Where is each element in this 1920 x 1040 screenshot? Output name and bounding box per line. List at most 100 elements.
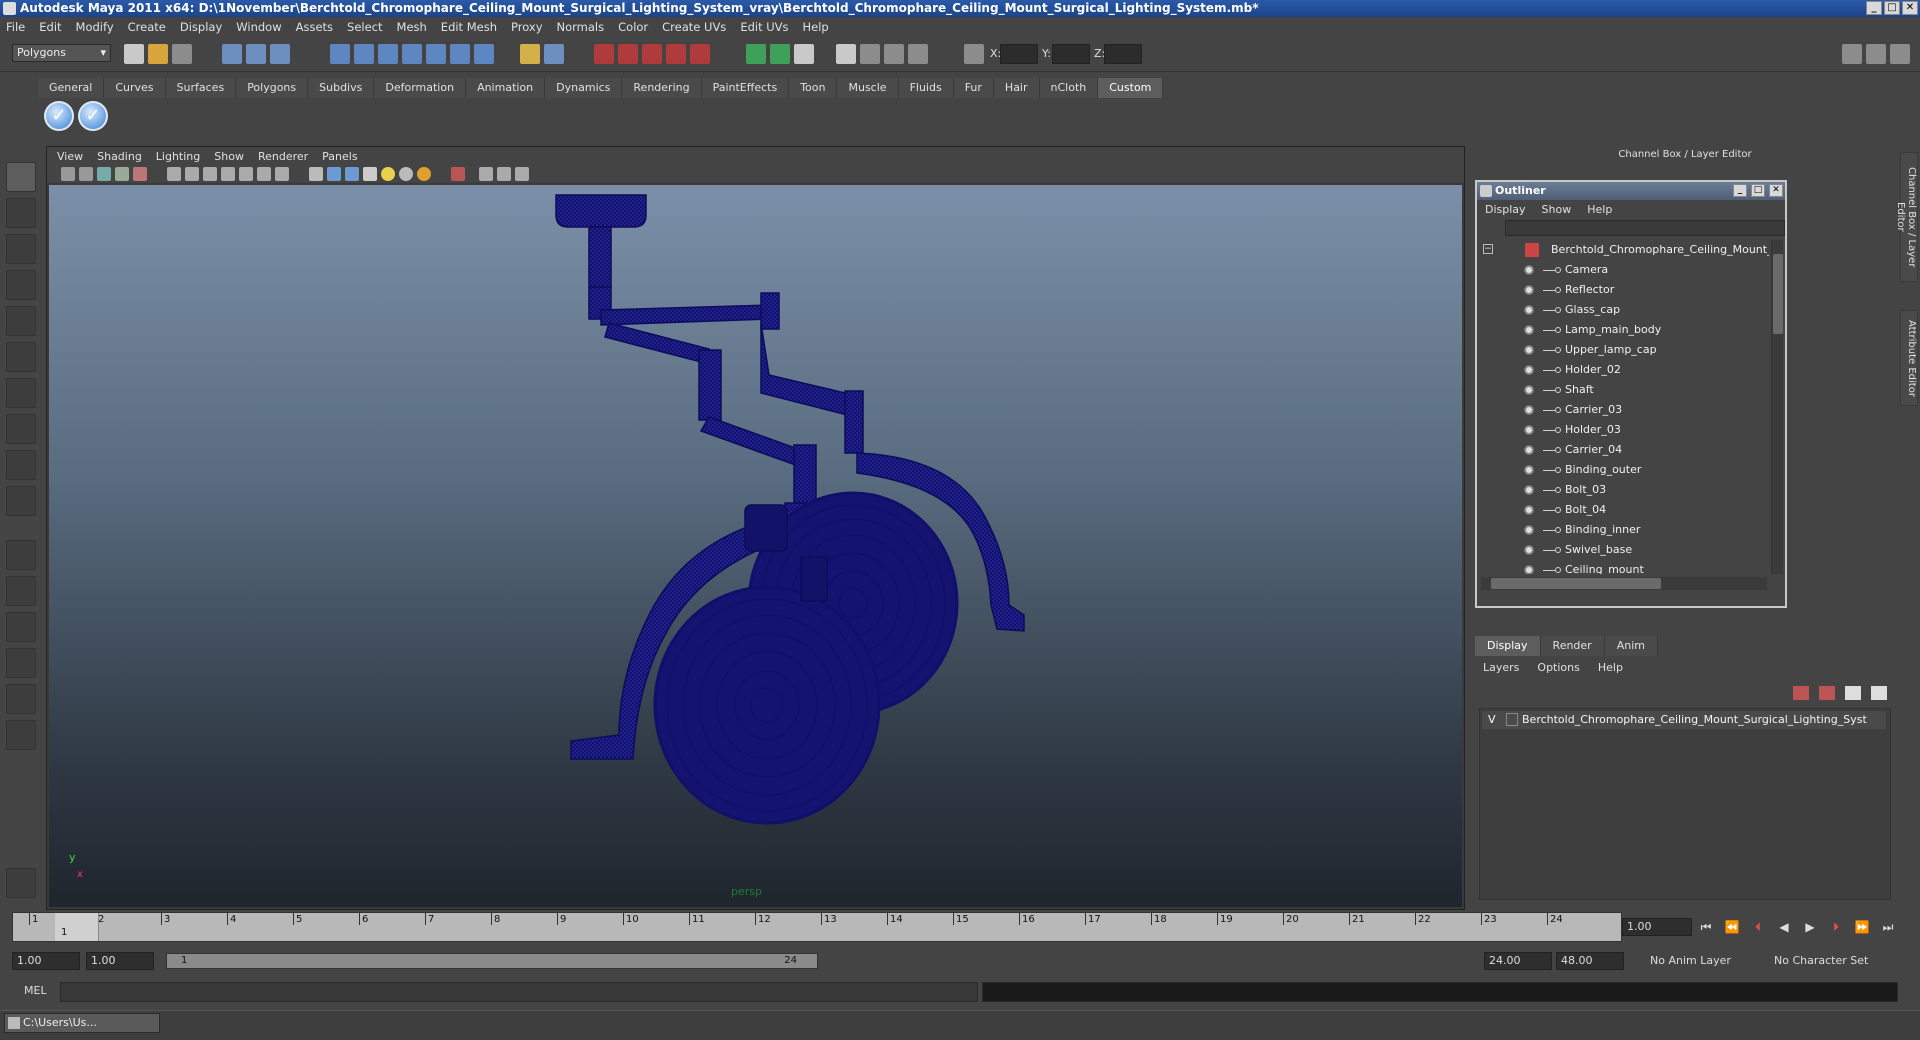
relative-transform-icon[interactable] — [770, 44, 790, 64]
tab-general[interactable]: General — [38, 78, 105, 98]
menu-help[interactable]: Help — [803, 20, 829, 34]
tab-ncloth[interactable]: nCloth — [1039, 78, 1099, 98]
viewport-menu-renderer[interactable]: Renderer — [258, 150, 308, 163]
hypershade-icon[interactable] — [666, 44, 686, 64]
list-item[interactable]: Swivel_base — [1477, 540, 1769, 560]
image-plane-icon[interactable] — [115, 167, 129, 181]
list-item[interactable]: Glass_cap — [1477, 300, 1769, 320]
menu-modify[interactable]: Modify — [76, 20, 114, 34]
time-ruler[interactable]: 1 2 3 4 5 6 7 8 9 10 11 12 13 14 15 16 17 18 19 20 21 22 23 24 — [13, 913, 1621, 941]
menu-create-uvs[interactable]: Create UVs — [662, 20, 726, 34]
go-to-end-icon[interactable]: ⏭ — [1878, 920, 1898, 936]
tab-channel-box-layer-editor[interactable]: Channel Box / Layer Editor — [1895, 152, 1918, 282]
ipr-render-icon[interactable] — [618, 44, 638, 64]
viewport-menu-shading[interactable]: Shading — [97, 150, 142, 163]
snap-plane-icon[interactable] — [402, 44, 422, 64]
new-scene-icon[interactable] — [124, 44, 144, 64]
universal-manipulator-icon[interactable] — [6, 378, 36, 408]
tab-curves[interactable]: Curves — [104, 78, 166, 98]
four-view-layout-icon[interactable] — [6, 576, 36, 606]
list-item[interactable]: Holder_03 — [1477, 420, 1769, 440]
menu-assets[interactable]: Assets — [296, 20, 333, 34]
menu-normals[interactable]: Normals — [557, 20, 605, 34]
outliner-menu-help[interactable]: Help — [1587, 203, 1612, 216]
use-all-lights-icon[interactable] — [381, 167, 395, 181]
menu-edit-mesh[interactable]: Edit Mesh — [441, 20, 497, 34]
scrollbar-thumb[interactable] — [1773, 254, 1783, 334]
hypershade-layout-icon[interactable] — [6, 684, 36, 714]
render-view-icon[interactable] — [690, 44, 710, 64]
tab-dynamics[interactable]: Dynamics — [545, 78, 623, 98]
smooth-shade-icon[interactable] — [327, 167, 341, 181]
shelf-check-button-2[interactable]: ✓ — [78, 101, 108, 131]
viewport-menu-lighting[interactable]: Lighting — [156, 150, 200, 163]
gate-mask-icon[interactable] — [221, 167, 235, 181]
layer-menu-help[interactable]: Help — [1598, 661, 1623, 674]
show-channel-box-icon[interactable] — [1890, 44, 1910, 64]
panel-toggle-icon[interactable] — [860, 44, 880, 64]
list-item[interactable]: Binding_inner — [1477, 520, 1769, 540]
xray-joints-icon[interactable] — [497, 167, 511, 181]
tab-attribute-editor[interactable]: Attribute Editor — [1900, 310, 1918, 406]
camera-attributes-icon[interactable] — [79, 167, 93, 181]
rename-icon[interactable] — [794, 44, 814, 64]
tab-fur[interactable]: Fur — [953, 78, 994, 98]
list-item[interactable]: Carrier_03 — [1477, 400, 1769, 420]
show-tool-settings-icon[interactable] — [1866, 44, 1886, 64]
step-back-icon[interactable]: ⏪ — [1722, 920, 1742, 936]
tree-root-row[interactable]: − Berchtold_Chromophare_Ceiling_Mount_Su… — [1477, 240, 1769, 260]
outliner-maximize-button[interactable]: □ — [1751, 184, 1765, 197]
paint-select-tool-icon[interactable] — [6, 234, 36, 264]
select-component-icon[interactable] — [270, 44, 290, 64]
move-tool-icon[interactable] — [6, 270, 36, 300]
last-tool-icon[interactable] — [6, 486, 36, 516]
scale-tool-icon[interactable] — [6, 342, 36, 372]
input-line-icon[interactable] — [746, 44, 766, 64]
menu-file[interactable]: File — [6, 20, 25, 34]
select-object-icon[interactable] — [246, 44, 266, 64]
rotate-tool-icon[interactable] — [6, 306, 36, 336]
show-manipulator-icon[interactable] — [6, 450, 36, 480]
command-input[interactable] — [60, 982, 978, 1002]
scrollbar-thumb[interactable] — [1491, 578, 1661, 589]
menu-edit-uvs[interactable]: Edit UVs — [740, 20, 788, 34]
textured-icon[interactable] — [363, 167, 377, 181]
tab-custom[interactable]: Custom — [1098, 78, 1164, 98]
outliner-menu-show[interactable]: Show — [1542, 203, 1572, 216]
layer-row[interactable]: V Berchtold_Chromophare_Ceiling_Mount_Su… — [1482, 711, 1886, 729]
tab-deformation[interactable]: Deformation — [374, 78, 467, 98]
z-field[interactable] — [1104, 44, 1142, 64]
new-layer-icon[interactable] — [1793, 686, 1809, 700]
list-item[interactable]: Bolt_03 — [1477, 480, 1769, 500]
list-item[interactable]: Carrier_04 — [1477, 440, 1769, 460]
list-item[interactable]: Binding_outer — [1477, 460, 1769, 480]
xray-components-icon[interactable] — [515, 167, 529, 181]
film-gate-icon[interactable] — [185, 167, 199, 181]
snap-live-icon[interactable] — [450, 44, 470, 64]
show-attribute-editor-icon[interactable] — [1842, 44, 1862, 64]
select-tool-icon[interactable] — [6, 162, 36, 192]
tab-painteffects[interactable]: PaintEffects — [701, 78, 790, 98]
render-settings-icon[interactable] — [642, 44, 662, 64]
tab-toon[interactable]: Toon — [789, 78, 838, 98]
play-forwards-icon[interactable]: ▶ — [1800, 920, 1820, 936]
minimize-button[interactable]: _ — [1866, 1, 1882, 15]
grid-icon[interactable] — [167, 167, 181, 181]
x-field[interactable] — [1000, 44, 1038, 64]
layer-menu-options[interactable]: Options — [1537, 661, 1579, 674]
outliner-horizontal-scrollbar[interactable] — [1481, 577, 1767, 590]
menu-window[interactable]: Window — [236, 20, 281, 34]
current-frame-marker[interactable]: 1 — [55, 913, 99, 941]
step-back-key-icon[interactable]: ⏴ — [1748, 920, 1768, 936]
character-set-dropdown[interactable]: No Character Set — [1770, 952, 1880, 970]
menu-edit[interactable]: Edit — [39, 20, 61, 34]
open-scene-icon[interactable] — [148, 44, 168, 64]
tab-animation[interactable]: Animation — [466, 78, 546, 98]
tab-rendering[interactable]: Rendering — [622, 78, 702, 98]
minimized-window[interactable]: C:\Users\Us... — [4, 1013, 160, 1033]
graph-layout-icon[interactable] — [6, 648, 36, 678]
close-button[interactable]: ✕ — [1902, 1, 1918, 15]
list-item[interactable]: Camera — [1477, 260, 1769, 280]
tab-anim[interactable]: Anim — [1604, 636, 1658, 656]
viewport-menu-show[interactable]: Show — [214, 150, 244, 163]
